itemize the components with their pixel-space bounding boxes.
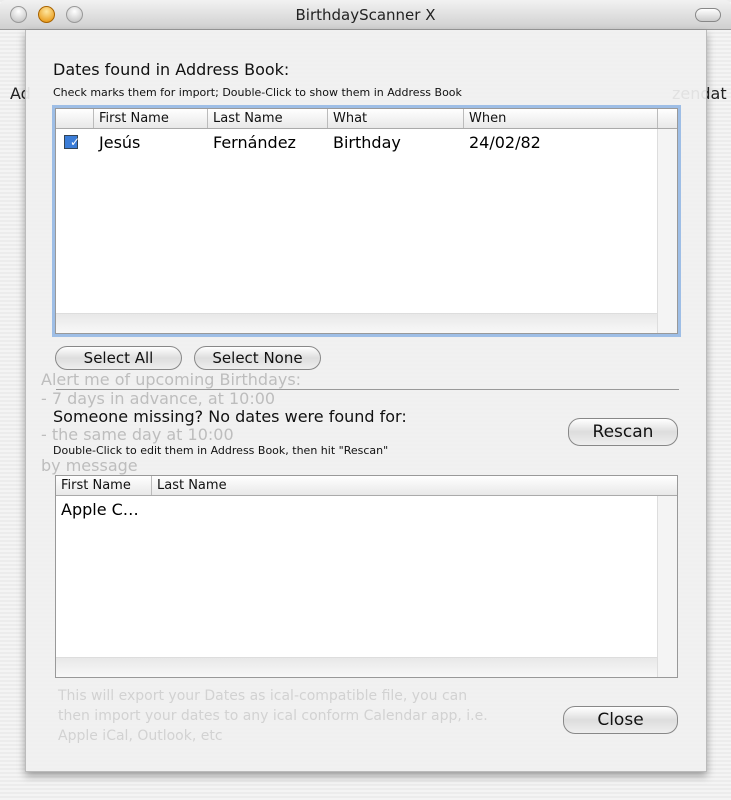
cell-what: Birthday	[333, 132, 401, 152]
scan-results-sheet: Dates found in Address Book: Check marks…	[25, 30, 707, 772]
vertical-scrollbar[interactable]	[657, 496, 677, 677]
column-header-first-name[interactable]: First Name	[94, 109, 208, 128]
import-checkbox[interactable]: ✓	[64, 135, 80, 149]
cell-first-name: Jesús	[99, 132, 141, 152]
found-heading: Dates found in Address Book:	[53, 60, 290, 79]
found-hint: Check marks them for import; Double-Clic…	[53, 86, 462, 99]
bg-alarm-heading: Alert me of upcoming Birthdays:	[41, 370, 302, 389]
select-all-button[interactable]: Select All	[55, 346, 182, 370]
toolbar-toggle-button[interactable]	[695, 8, 721, 22]
horizontal-scrollbar[interactable]	[56, 657, 657, 677]
bg-alarm-line3: by message	[41, 456, 138, 475]
column-header-when[interactable]: When	[464, 109, 658, 128]
horizontal-scrollbar[interactable]	[56, 313, 657, 333]
cell-when: 24/02/82	[469, 132, 541, 152]
bg-alarm-line1: - 7 days in advance, at 10:00	[41, 389, 276, 408]
column-header-what[interactable]: What	[328, 109, 464, 128]
bg-export-text-1: This will export your Dates as ical-comp…	[58, 688, 468, 704]
column-header-first-name[interactable]: First Name	[56, 476, 152, 495]
table-row[interactable]: Apple C…	[56, 496, 677, 522]
rescan-button[interactable]: Rescan	[568, 418, 678, 446]
column-header-last-name[interactable]: Last Name	[208, 109, 328, 128]
close-button[interactable]: Close	[563, 706, 678, 734]
column-header-last-name[interactable]: Last Name	[152, 476, 659, 495]
title-bar: BirthdayScanner X	[0, 0, 731, 30]
bg-alarm-line2: - the same day at 10:00	[41, 425, 234, 444]
select-none-button[interactable]: Select None	[194, 346, 321, 370]
cell-first-name: Apple C…	[61, 499, 139, 519]
checkbox-column-header[interactable]	[56, 109, 94, 128]
bg-export-text-3: Apple iCal, Outlook, etc	[58, 728, 223, 744]
table-row[interactable]: ✓ Jesús Fernández Birthday 24/02/82	[56, 129, 677, 155]
found-dates-table[interactable]: First Name Last Name What When ✓ Jesús F…	[55, 108, 678, 334]
cell-last-name: Fernández	[213, 132, 296, 152]
vertical-scrollbar[interactable]	[657, 129, 677, 333]
window-title: BirthdayScanner X	[295, 6, 436, 24]
missing-heading: Someone missing? No dates were found for…	[53, 407, 407, 426]
missing-contacts-table[interactable]: First Name Last Name Apple C…	[55, 475, 678, 678]
bg-export-text-2: then import your dates to any ical confo…	[58, 708, 488, 724]
